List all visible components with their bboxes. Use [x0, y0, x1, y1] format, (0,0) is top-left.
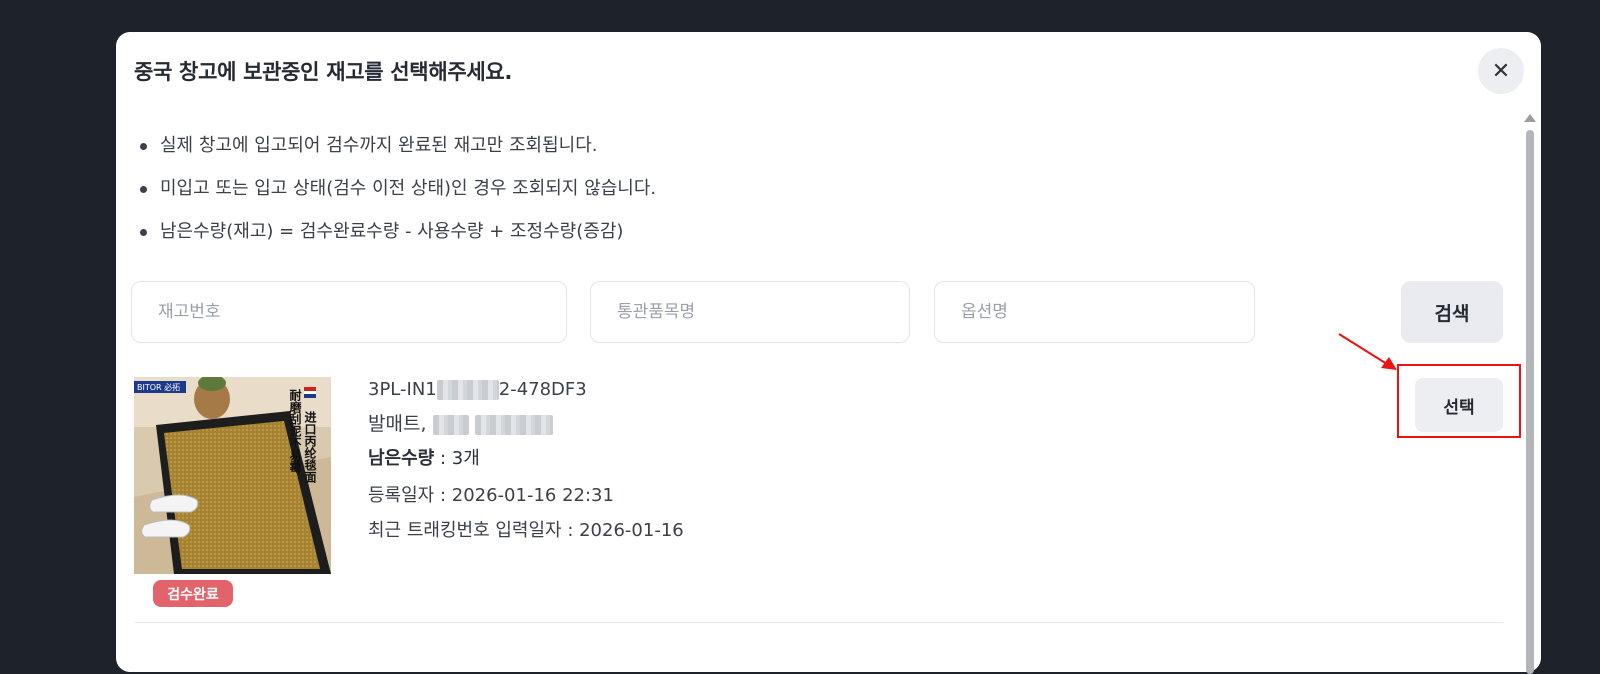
redacted-block	[474, 414, 553, 435]
remaining-quantity: 남은수량 : 3개	[368, 446, 684, 472]
item-name: 발매트,	[368, 412, 684, 436]
close-icon: ✕	[1491, 58, 1511, 84]
remaining-value: : 3개	[434, 448, 480, 469]
bullet-icon	[140, 186, 147, 193]
image-caption-right: 进口丙纶毯面	[303, 410, 317, 484]
scrollbar-thumb[interactable]	[1526, 130, 1534, 674]
scrollbar[interactable]	[1522, 114, 1536, 674]
scroll-up-arrow-icon[interactable]	[1524, 114, 1536, 122]
image-brand-text: BITOR 必拓	[137, 382, 180, 392]
redacted-block	[436, 380, 499, 400]
stock-number-prefix: 3PL-IN1	[368, 379, 437, 400]
redacted-block	[432, 414, 469, 435]
stock-number-suffix: 2-478DF3	[498, 379, 587, 400]
notice-text: 실제 창고에 입고되어 검수까지 완료된 재고만 조회됩니다.	[160, 135, 598, 156]
notice-item: 실제 창고에 입고되어 검수까지 완료된 재고만 조회됩니다.	[136, 132, 656, 175]
registered-date: 등록일자 : 2026-01-16 22:31	[368, 485, 614, 506]
door-mat-photo: BITOR 必拓 进口丙纶毯面 耐磨刮泥不易霉	[134, 377, 331, 574]
notice-text: 남은수량(재고) = 검수완료수량 - 사용수량 + 조정수량(증감)	[160, 221, 624, 242]
notice-list: 실제 창고에 입고되어 검수까지 완료된 재고만 조회됩니다. 미입고 또는 입…	[136, 132, 656, 261]
highlight-box	[1397, 364, 1521, 438]
row-divider	[134, 622, 1503, 623]
notice-item: 남은수량(재고) = 검수완료수량 - 사용수량 + 조정수량(증감)	[136, 218, 656, 261]
notice-item: 미입고 또는 입고 상태(검수 이전 상태)인 경우 조회되지 않습니다.	[136, 175, 656, 218]
status-badge: 검수완료	[153, 580, 233, 607]
product-image: BITOR 必拓 进口丙纶毯面 耐磨刮泥不易霉	[134, 377, 331, 574]
modal-title: 중국 창고에 보관중인 재고를 선택해주세요.	[134, 60, 513, 84]
image-caption-left: 耐磨刮泥不易霉	[288, 388, 302, 474]
option-name-input[interactable]	[959, 301, 1254, 323]
stock-no-field[interactable]	[131, 281, 567, 343]
customs-name-field[interactable]	[590, 281, 910, 343]
remaining-label: 남은수량	[368, 448, 435, 469]
notice-text: 미입고 또는 입고 상태(검수 이전 상태)인 경우 조회되지 않습니다.	[160, 178, 657, 199]
stock-select-modal: 중국 창고에 보관중인 재고를 선택해주세요. ✕ 실제 창고에 입고되어 검수…	[116, 32, 1541, 674]
bullet-icon	[140, 229, 147, 236]
tracking-date: 최근 트래킹번호 입력일자 : 2026-01-16	[368, 520, 684, 541]
item-info: 3PL-IN1 2-478DF3 발매트, 남은수량 : 3개 등록일자 : 20…	[368, 378, 684, 543]
stock-number: 3PL-IN1 2-478DF3	[368, 378, 684, 402]
customs-name-input[interactable]	[615, 301, 909, 323]
close-button[interactable]: ✕	[1478, 48, 1524, 94]
search-button[interactable]: 검색	[1401, 281, 1503, 343]
option-name-field[interactable]	[934, 281, 1255, 343]
bullet-icon	[140, 143, 147, 150]
stock-no-input[interactable]	[156, 301, 566, 323]
item-name-prefix: 발매트,	[368, 413, 433, 435]
annotation-arrow-icon	[1338, 333, 1397, 370]
